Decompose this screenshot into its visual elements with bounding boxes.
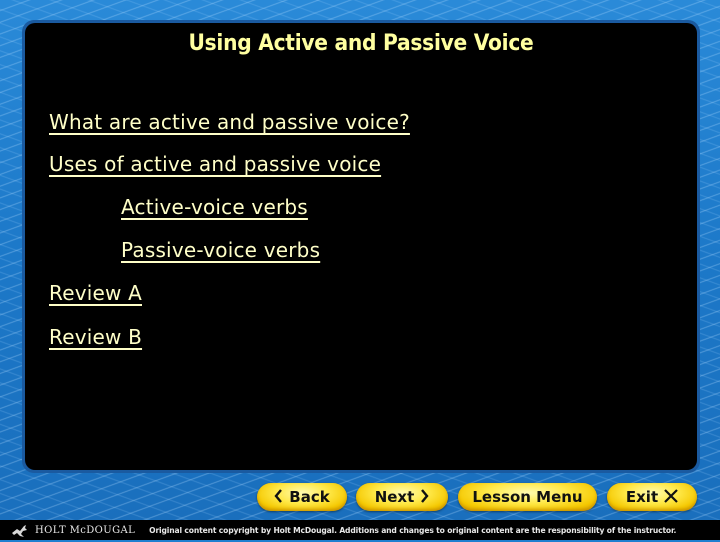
link-passive-voice-verbs[interactable]: Passive-voice verbs xyxy=(121,238,320,262)
link-what-are-active-passive[interactable]: What are active and passive voice? xyxy=(49,110,410,134)
holt-mcdougal-logo-icon xyxy=(11,523,29,537)
lesson-menu-button[interactable]: Lesson Menu xyxy=(458,483,597,511)
chevron-right-icon xyxy=(420,488,429,506)
exit-button-label: Exit xyxy=(625,488,659,506)
lesson-menu-button-label: Lesson Menu xyxy=(472,488,583,506)
link-review-a[interactable]: Review A xyxy=(49,281,142,305)
next-button-label: Next xyxy=(374,488,415,506)
close-icon xyxy=(664,488,678,506)
copyright-notice: Original content copyright by Holt McDou… xyxy=(149,525,677,535)
brand-name: HOLT McDOUGAL xyxy=(35,524,136,536)
link-review-b[interactable]: Review B xyxy=(49,325,142,349)
exit-button[interactable]: Exit xyxy=(607,483,697,511)
link-uses-of-active-passive[interactable]: Uses of active and passive voice xyxy=(49,152,381,176)
chevron-left-icon xyxy=(274,488,283,506)
back-button[interactable]: Back xyxy=(257,483,347,511)
link-active-voice-verbs[interactable]: Active-voice verbs xyxy=(121,195,308,219)
slide-title: Using Active and Passive Voice xyxy=(188,31,534,56)
footer-bar: HOLT McDOUGAL Original content copyright… xyxy=(0,520,720,540)
back-button-label: Back xyxy=(289,488,330,506)
next-button[interactable]: Next xyxy=(356,483,448,511)
